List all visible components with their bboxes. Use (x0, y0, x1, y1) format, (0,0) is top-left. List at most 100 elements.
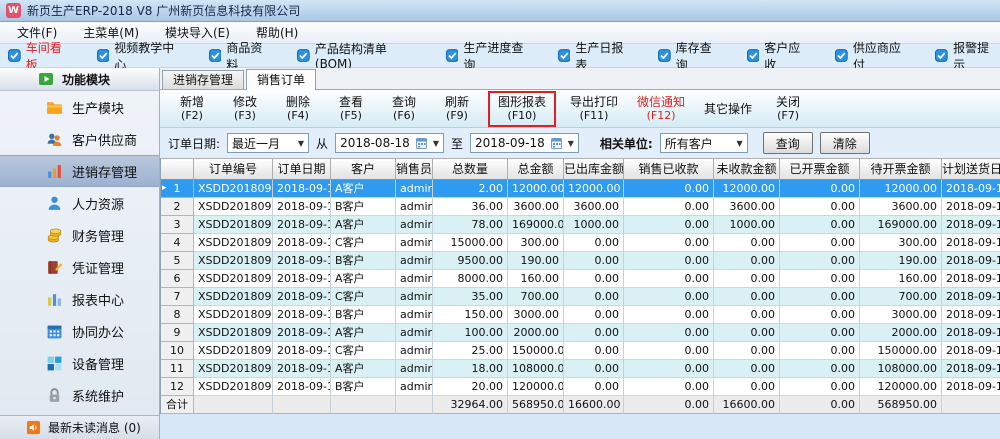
related-unit-select[interactable]: 所有客户▼ (660, 133, 748, 153)
column-header-uninvoiced-amount[interactable]: 待开票金额 (860, 158, 942, 180)
cell-unreceived-amount: 0.00 (714, 270, 780, 288)
sidebar-item-collaboration[interactable]: 协同办公 (0, 315, 159, 347)
column-header-planned-delivery[interactable]: 计划送货日期 (942, 158, 1000, 180)
cell-unreceived-amount: 16600.00 (714, 396, 780, 414)
date-range-value: 最近一月 (232, 135, 280, 152)
to-date-input[interactable]: 2018-09-18▼ (470, 133, 579, 153)
sidebar-item-hr[interactable]: 人力资源 (0, 187, 159, 219)
toolbar-button-query[interactable]: 查询(F6) (382, 93, 426, 125)
toolbar-button-delete[interactable]: 删除(F4) (276, 93, 320, 125)
toolbar-button-close[interactable]: 关闭(F7) (766, 93, 810, 125)
cell-received-amount: 0.00 (624, 270, 714, 288)
cell-planned-delivery: 2018-09-11 (942, 252, 1000, 270)
cell-total-amount: 12000.00 (508, 180, 564, 198)
table-row[interactable]: 8XSDD2018090052018-09-11B客户admin150.0030… (161, 306, 1000, 324)
button-label: 其它操作 (704, 102, 752, 116)
sidebar-item-voucher[interactable]: 凭证管理 (0, 251, 159, 283)
sidebar-item-inventory[interactable]: 进销存管理 (0, 155, 159, 187)
table-row[interactable]: 3XSDD2018090102018-09-12A客户admin78.00169… (161, 216, 1000, 234)
cell-total-amount: 150000.00 (508, 342, 564, 360)
table-row[interactable]: ▸1XSDD2018090122018-09-13A客户admin2.00120… (161, 180, 1000, 198)
book-pencil-icon (46, 259, 63, 276)
sidebar-item-report-center[interactable]: 报表中心 (0, 283, 159, 315)
order-date-label: 订单日期: (168, 135, 220, 152)
column-header-invoiced-amount[interactable]: 已开票金额 (780, 158, 860, 180)
cell-uninvoiced-amount: 2000.00 (860, 324, 942, 342)
cell-unreceived-amount: 12000.00 (714, 180, 780, 198)
table-row[interactable]: 6XSDD2018090072018-09-11A客户admin8000.001… (161, 270, 1000, 288)
cell-order-no: XSDD201809009 (194, 234, 273, 252)
clear-button[interactable]: 清除 (820, 132, 870, 154)
column-header-total-amount[interactable]: 总金额 (508, 158, 564, 180)
toolbar-button-edit[interactable]: 修改(F3) (223, 93, 267, 125)
table-row[interactable]: 9XSDD2018090042018-09-11A客户admin100.0020… (161, 324, 1000, 342)
column-header-order-date[interactable]: 订单日期 (273, 158, 331, 180)
column-header-total-qty[interactable]: 总数量 (433, 158, 508, 180)
cell-planned-delivery: 2018-09-11 (942, 288, 1000, 306)
filter-row: 订单日期: 最近一月▼ 从 2018-08-18▼ 至 2018-09-18▼ … (160, 128, 1000, 158)
toolbar-button-add[interactable]: 新增(F2) (170, 93, 214, 125)
table-row[interactable]: 4XSDD2018090092018-09-11C客户admin15000.00… (161, 234, 1000, 252)
sidebar-item-finance[interactable]: 财务管理 (0, 219, 159, 251)
tab-inventory-management[interactable]: 进销存管理 (162, 70, 244, 89)
cell-customer: B客户 (331, 306, 396, 324)
cell-rownum: 12 (161, 378, 194, 396)
cell-shipped-amount: 1000.00 (564, 216, 624, 234)
sidebar-item-equipment[interactable]: 设备管理 (0, 347, 159, 379)
search-button[interactable]: 查询 (763, 132, 813, 154)
sidebar-item-customer-supplier[interactable]: 客户供应商 (0, 123, 159, 155)
unread-messages-label: 最新未读消息 (0) (48, 419, 141, 436)
column-header-shipped-amount[interactable]: 已出库金额 (564, 158, 624, 180)
toolbar-button-export-print[interactable]: 导出打印(F11) (565, 93, 623, 125)
cell-order-date: 2018-09-13 (273, 180, 331, 198)
button-label: 微信通知 (637, 95, 685, 109)
table-total-row: 合计32964.00568950.0016600.000.0016600.000… (161, 396, 1000, 414)
chevron-down-icon: ▼ (433, 139, 439, 148)
table-row[interactable]: 5XSDD2018090082018-09-11B客户admin9500.001… (161, 252, 1000, 270)
sidebar-item-system-maintenance[interactable]: 系统维护 (0, 379, 159, 411)
cell-unreceived-amount: 1000.00 (714, 216, 780, 234)
column-header-customer[interactable]: 客户 (331, 158, 396, 180)
cell-customer: A客户 (331, 360, 396, 378)
from-label: 从 (316, 135, 328, 152)
main-area: 进销存管理 销售订单 新增(F2) 修改(F3) 删除(F4) 查看(F5) 查… (160, 68, 1000, 439)
cell-total-qty: 150.00 (433, 306, 508, 324)
column-header-rownum[interactable] (161, 158, 194, 180)
toolbar-button-wechat-notify[interactable]: 微信通知(F12) (632, 93, 690, 125)
cell-uninvoiced-amount: 3600.00 (860, 198, 942, 216)
unread-messages-bar[interactable]: 最新未读消息 (0) (0, 415, 159, 439)
chevron-down-icon: ▼ (298, 139, 304, 148)
cell-planned-delivery: 2018-09-11 (942, 306, 1000, 324)
table-row[interactable]: 7XSDD2018090062018-09-11C客户admin35.00700… (161, 288, 1000, 306)
button-label: 删除 (286, 95, 310, 109)
table-row[interactable]: 11XSDD2018090022018-09-11A客户admin18.0010… (161, 360, 1000, 378)
cell-order-no (194, 396, 273, 414)
table-body: ▸1XSDD2018090122018-09-13A客户admin2.00120… (161, 180, 1000, 414)
cell-planned-delivery: 2018-09-10 (942, 378, 1000, 396)
toolbar-button-graph-report[interactable]: 图形报表(F10) (488, 91, 556, 127)
toolbar-button-other-ops[interactable]: 其它操作 (699, 93, 757, 125)
cell-unreceived-amount: 0.00 (714, 342, 780, 360)
calendar-icon (46, 323, 63, 340)
cell-customer: C客户 (331, 234, 396, 252)
column-header-order-no[interactable]: 订单编号 (194, 158, 273, 180)
cell-invoiced-amount: 0.00 (780, 378, 860, 396)
cell-planned-delivery (942, 396, 1000, 414)
date-range-select[interactable]: 最近一月 ▼ (227, 133, 309, 153)
cell-order-date: 2018-09-11 (273, 324, 331, 342)
toolbar-button-view[interactable]: 查看(F5) (329, 93, 373, 125)
toolbar-button-refresh[interactable]: 刷新(F9) (435, 93, 479, 125)
column-header-unreceived-amount[interactable]: 未收款金额 (714, 158, 780, 180)
column-header-received-amount[interactable]: 销售已收款 (624, 158, 714, 180)
table-row[interactable]: 10XSDD2018090032018-09-11C客户admin25.0015… (161, 342, 1000, 360)
checkbox-icon (558, 49, 571, 62)
button-label: 导出打印 (570, 95, 618, 109)
quick-link-bom[interactable]: 产品结构清单(BOM) (297, 40, 421, 71)
from-date-input[interactable]: 2018-08-18▼ (335, 133, 444, 153)
table-row[interactable]: 12XSDD2018090012018-09-10B客户admin20.0012… (161, 378, 1000, 396)
sidebar-item-production[interactable]: 生产模块 (0, 91, 159, 123)
tab-sales-order[interactable]: 销售订单 (246, 69, 316, 90)
cell-salesman: admin (396, 180, 433, 198)
column-header-salesman[interactable]: 销售员 (396, 158, 433, 180)
table-row[interactable]: 2XSDD2018090112018-09-12B客户admin36.00360… (161, 198, 1000, 216)
